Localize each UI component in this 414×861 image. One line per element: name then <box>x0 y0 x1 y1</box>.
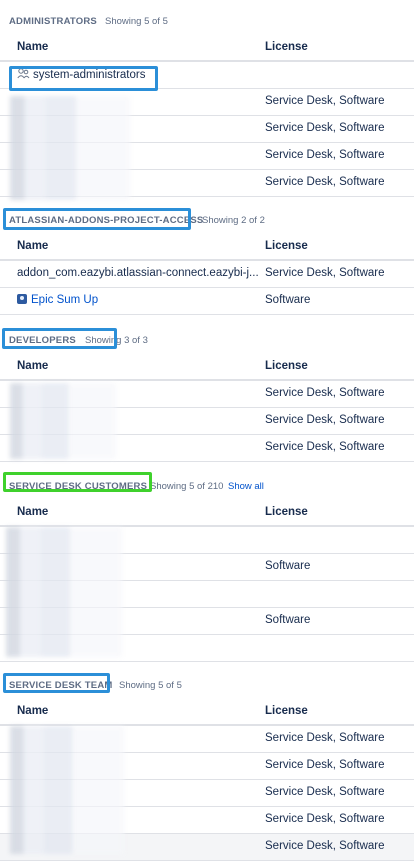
table-header: Name License <box>0 353 414 381</box>
column-license[interactable]: License <box>265 41 308 53</box>
column-license[interactable]: License <box>265 705 308 717</box>
redacted-user-names <box>6 527 122 657</box>
table-header: Name License <box>0 698 414 726</box>
table-row[interactable]: addon_com.eazybi.atlassian-connect.eazyb… <box>0 261 414 288</box>
license: Service Desk, Software <box>265 95 385 107</box>
section-service-desk-customers: SERVICE DESK CUSTOMERS Showing 5 of 210 … <box>0 472 414 662</box>
table-header: Name License <box>0 233 414 261</box>
column-name[interactable]: Name <box>17 506 48 518</box>
license: Software <box>265 294 311 306</box>
section-title: ADMINISTRATORS <box>9 16 97 27</box>
license: Service Desk, Software <box>265 414 385 426</box>
column-name[interactable]: Name <box>17 240 48 252</box>
license: Service Desk, Software <box>265 267 385 279</box>
license: Service Desk, Software <box>265 840 385 852</box>
section-count: Showing 5 of 210 <box>150 481 224 492</box>
highlight-box <box>2 328 117 349</box>
addon-link[interactable]: Epic Sum Up <box>17 294 98 306</box>
section-atlassian-addons: ATLASSIAN-ADDONS-PROJECT-ACCESS Showing … <box>0 207 414 315</box>
license: Service Desk, Software <box>265 387 385 399</box>
redacted-user-names <box>10 96 130 200</box>
license: Service Desk, Software <box>265 122 385 134</box>
license: Service Desk, Software <box>265 176 385 188</box>
highlight-box <box>3 208 191 230</box>
license: Service Desk, Software <box>265 759 385 771</box>
license: Software <box>265 560 311 572</box>
redacted-user-names <box>10 383 116 459</box>
column-license[interactable]: License <box>265 506 308 518</box>
section-count: Showing 2 of 2 <box>202 215 265 226</box>
section-service-desk-team: SERVICE DESK TEAM Showing 5 of 5 Name Li… <box>0 672 414 861</box>
section-count: Showing 5 of 5 <box>105 16 168 27</box>
license: Service Desk, Software <box>265 732 385 744</box>
license: Software <box>265 614 311 626</box>
license: Service Desk, Software <box>265 441 385 453</box>
column-name[interactable]: Name <box>17 360 48 372</box>
license: Service Desk, Software <box>265 149 385 161</box>
column-name[interactable]: Name <box>17 41 48 53</box>
column-license[interactable]: License <box>265 240 308 252</box>
show-all-link[interactable]: Show all <box>228 481 264 492</box>
highlight-box <box>3 673 110 693</box>
license: Service Desk, Software <box>265 813 385 825</box>
highlight-box <box>9 66 158 91</box>
section-count: Showing 5 of 5 <box>119 680 182 691</box>
redacted-user-names <box>10 726 124 854</box>
section-developers: DEVELOPERS Showing 3 of 3 Name License S… <box>0 327 414 462</box>
table-header: Name License <box>0 499 414 527</box>
section-administrators: ADMINISTRATORS Showing 5 of 5 Name Licen… <box>0 8 414 200</box>
license: Service Desk, Software <box>265 786 385 798</box>
addon-link-text[interactable]: Epic Sum Up <box>31 294 98 306</box>
table-row[interactable]: Epic Sum Up Software <box>0 288 414 315</box>
column-name[interactable]: Name <box>17 705 48 717</box>
highlight-box <box>3 472 152 492</box>
section-header: ADMINISTRATORS Showing 5 of 5 <box>0 8 414 34</box>
addon-name[interactable]: addon_com.eazybi.atlassian-connect.eazyb… <box>17 267 259 279</box>
user-avatar-icon <box>17 294 27 304</box>
table-header: Name License <box>0 34 414 62</box>
column-license[interactable]: License <box>265 360 308 372</box>
